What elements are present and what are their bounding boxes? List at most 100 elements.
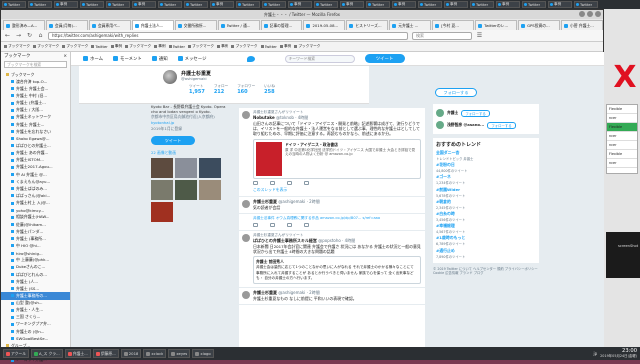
taskbar-button[interactable]: 2018 (120, 349, 142, 358)
twitter-nav-item[interactable]: ホーム (83, 56, 103, 62)
sidebar-search-input[interactable]: ブックマークを検索 (4, 61, 67, 68)
tweet[interactable]: 弁護士法事件 オウム真理教に関する作品 amazon.co.jp/dp/B07.… (239, 214, 425, 232)
tweet[interactable]: 弁護士杉重夏さんがリツイート ばばひとの弁護士事務所スキル経営 @popstoh… (239, 231, 425, 289)
reload-icon[interactable]: ↻ (26, 32, 33, 39)
side-list-row[interactable]: ncer (607, 141, 637, 150)
bookmark-entry[interactable]: yoho@kimcy... (1, 207, 70, 214)
bookmark-entry[interactable]: 中 AI 弁護士 @... (1, 171, 70, 178)
bookmark-entry[interactable]: 弁護士 / 大阪... (1, 107, 70, 114)
bookmark-entry[interactable]: 渡合弁済 top-O... (1, 78, 70, 85)
photo-thumb[interactable] (199, 180, 221, 201)
bookmark-entry[interactable]: 弁護士 弁護士... (1, 121, 70, 128)
trend-item[interactable]: #花粉の日 44,800件のツイート (436, 162, 536, 173)
bookmark-entry[interactable]: 弁護士パンダ... (1, 228, 70, 235)
bookmark-item[interactable]: ブックマーク (33, 44, 59, 49)
suggestion-follow-button[interactable]: フォローする (487, 121, 516, 129)
bookmark-item[interactable]: ブックマーク (62, 44, 88, 49)
tweet-body[interactable]: 弁護士法事件 オウム真理教に関する作品 amazon.co.jp/dp/B07.… (253, 216, 421, 221)
retweet-icon[interactable] (270, 180, 275, 185)
bookmark-entry[interactable]: 弁護士 (事務所... (1, 235, 70, 242)
system-task-button[interactable]: Twitter (470, 1, 494, 8)
photos-videos-link[interactable]: 22 画像と動画 (151, 150, 231, 156)
system-task-button[interactable]: Twitter (418, 1, 442, 8)
bookmark-entry[interactable]: 弁護士 (弁護士... (1, 100, 70, 107)
bookmark-entry[interactable]: 弁護士ばばのみ... (1, 185, 70, 192)
maximize-icon[interactable] (587, 11, 593, 17)
browser-tab[interactable]: GPS投資の... (518, 20, 560, 30)
photo-thumb[interactable] (151, 180, 173, 201)
search-bar[interactable]: 検索 (412, 31, 472, 40)
bookmark-folder[interactable]: ブックマーク (1, 71, 70, 78)
browser-tab[interactable]: Twitter / 通... (217, 20, 260, 30)
tweet[interactable]: 弁護士杉重夏 @ashigemaki · 2時間 弁護士杉重夏なもの なしに前提… (239, 288, 425, 306)
browser-tab[interactable]: 整形済み—A... (3, 20, 45, 30)
bookmark-entry[interactable]: 弁護士村上 入(@... (1, 200, 70, 207)
trend-item[interactable]: #幸福総理 4,567件のツイート (436, 223, 536, 234)
browser-tab[interactable]: 交番所務所... (174, 20, 217, 30)
show-thread-link[interactable]: このスレッドを表示 (253, 187, 421, 193)
system-task-button[interactable]: 事例 (496, 1, 520, 8)
bookmark-item[interactable]: Twitter (168, 45, 185, 49)
system-task-button[interactable]: Twitter (574, 1, 598, 8)
tweet-avatar[interactable] (242, 291, 250, 300)
suggestion-avatar[interactable] (436, 109, 444, 117)
retweet-icon[interactable] (270, 223, 275, 228)
system-task-button[interactable]: 事例 (548, 1, 572, 8)
message-icon[interactable] (304, 180, 309, 185)
browser-tab[interactable]: 会員(月毎)... (45, 20, 88, 30)
system-task-button[interactable]: Twitter (106, 1, 130, 8)
bookmark-item[interactable]: ブックマーク (125, 44, 151, 49)
browser-tab[interactable]: ヒストリーズ... (346, 20, 389, 30)
trend-item[interactable]: #ゴーネ 1,234件のツイート (436, 174, 536, 185)
profile-stat[interactable]: フォロー 212 (214, 84, 228, 95)
bookmark-entry[interactable]: SWGoalBestSe... (1, 335, 70, 342)
bookmark-entry[interactable]: 山型 整(@sh... (1, 300, 70, 307)
profile-stat[interactable]: ツイート 1,957 (189, 84, 205, 95)
bookmark-item[interactable]: Twitter (91, 45, 108, 49)
bookmark-item[interactable]: ブックマーク (231, 44, 258, 49)
taskbar-button[interactable]: xeyes (168, 349, 191, 358)
system-task-button[interactable]: Twitter (184, 1, 208, 8)
browser-tab[interactable]: 記事の管理... (260, 20, 303, 30)
photo-thumb[interactable] (151, 158, 173, 179)
bookmark-entry[interactable]: 弁護士 弁護士会... (1, 85, 70, 92)
suggestion-name[interactable]: 浅野智彦 @asano... (447, 122, 484, 128)
twitter-nav-item[interactable]: モーメント (113, 56, 142, 62)
reply-icon[interactable] (253, 223, 258, 228)
input-method-indicator[interactable]: jp (593, 351, 597, 356)
bookmark-entry[interactable]: hiro@shinig... (1, 250, 70, 257)
taskbar-button[interactable]: xlogo (192, 349, 214, 358)
system-task-button[interactable]: 事例 (392, 1, 416, 8)
system-task-button[interactable]: 事例 (210, 1, 234, 8)
bookmark-entry[interactable]: Dukeさんのこ... (1, 264, 70, 271)
bookmark-entry[interactable]: 佐藤(@ihikam... (1, 221, 70, 228)
bookmark-entry[interactable]: ばばっさん(@aki... (1, 192, 70, 199)
bookmark-entry[interactable]: 三国 さくら... (1, 314, 70, 321)
reply-icon[interactable] (253, 180, 258, 185)
tweet-author-name[interactable]: 弁護士杉重夏 (253, 199, 277, 204)
back-icon[interactable]: ← (4, 32, 11, 39)
tweet-author-name[interactable]: ばばひとの弁護士事務所スキル経営 (253, 238, 317, 243)
quoted-tweet[interactable]: 弁護士 前田秀人 弁護士会は量的に応じて1つのことなかの思いに人がなれる それで… (253, 256, 421, 285)
bookmark-entry[interactable]: 弁護士の (@n... (1, 328, 70, 335)
side-list-row[interactable]: ncer (607, 159, 637, 168)
system-task-button[interactable]: Twitter (28, 1, 52, 8)
taskbar-button[interactable]: 伊藤原... (92, 349, 119, 358)
bookmark-entry[interactable]: 弁護士 中村 (旧... (1, 92, 70, 99)
suggestion-avatar[interactable] (436, 121, 444, 129)
trend-item[interactable]: 全国ダニー杏 トレンドトピック 弁護士 (436, 150, 536, 161)
trend-item[interactable]: #前園Wider 5,678件のツイート (436, 187, 536, 198)
bookmark-item[interactable]: Twitter (260, 45, 277, 49)
photo-thumb[interactable] (151, 202, 173, 223)
system-task-button[interactable]: Twitter (522, 1, 546, 8)
side-tweet-button[interactable]: ツイート (151, 136, 195, 146)
bookmark-item[interactable]: 事例 (154, 44, 166, 49)
tweet-avatar[interactable] (242, 111, 250, 119)
bookmark-entry[interactable]: Shoko Egawa@... (1, 135, 70, 142)
bookmark-item[interactable]: ブックマーク (4, 44, 30, 49)
bookmark-item[interactable]: ブックマーク (294, 44, 320, 49)
system-task-button[interactable]: Twitter (236, 1, 260, 8)
twitter-nav-item[interactable]: メッセージ (177, 56, 207, 62)
bookmark-item[interactable]: 事例 (279, 44, 291, 49)
tweet-avatar[interactable] (242, 234, 250, 243)
